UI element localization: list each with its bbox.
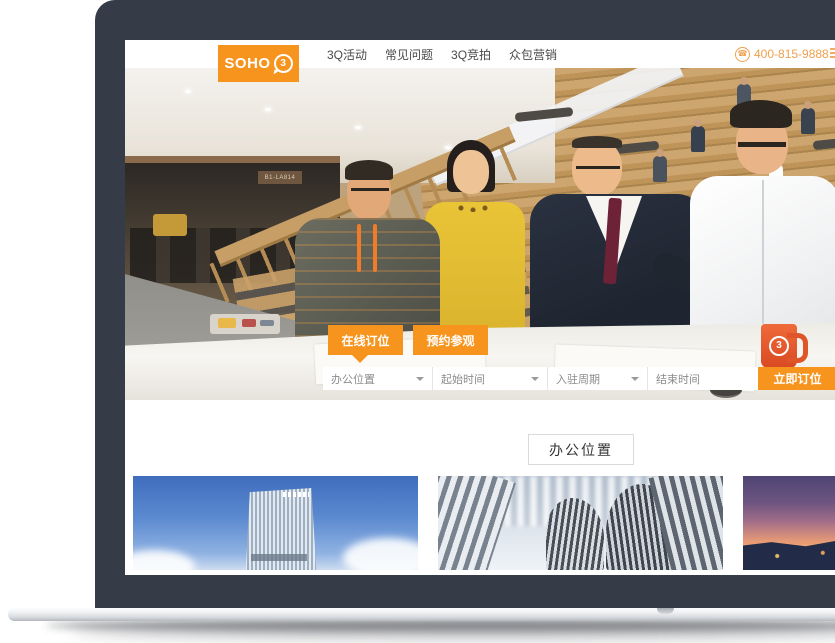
shirt-placket [762, 180, 764, 330]
chevron-down-icon [531, 377, 539, 381]
nav-item-crowd-marketing[interactable]: 众包营销 [509, 46, 557, 63]
building-signage [283, 492, 309, 497]
glasses-icon [351, 188, 389, 191]
soho-3q-logo[interactable]: SOHO 3 [218, 45, 299, 82]
location-card-tower[interactable] [133, 476, 418, 570]
locations-section: 办公位置 [125, 400, 835, 575]
field-label: 起始时间 [441, 371, 485, 387]
necklace [455, 204, 495, 212]
tab-book-visit[interactable]: 预约参观 [413, 325, 488, 355]
phone-number: 400-815-9888 [754, 47, 829, 61]
mug-logo-badge: 3 [769, 336, 789, 356]
main-nav: 3Q活动 常见问题 3Q竞拍 众包营销 [327, 40, 557, 68]
field-label: 入驻周期 [556, 371, 600, 387]
ceiling-light [265, 108, 271, 111]
ceiling-light [355, 126, 361, 129]
header-phone: ☎ 400-815-9888 [735, 40, 829, 68]
tray-item [242, 319, 256, 327]
book-now-button[interactable]: 立即订位 [758, 367, 835, 390]
period-select[interactable]: 入驻周期 [548, 367, 648, 390]
end-time-field[interactable]: 结束时间 [648, 367, 758, 390]
chevron-down-icon [631, 377, 639, 381]
city-lights [743, 548, 835, 564]
building-band [251, 554, 307, 561]
nav-item-3q-auction[interactable]: 3Q竞拍 [451, 46, 491, 63]
hood-cord [357, 224, 361, 272]
hair [345, 160, 393, 180]
tab-book-online[interactable]: 在线订位 [328, 325, 403, 355]
glasses-icon [576, 166, 620, 169]
soho-mug: 3 [761, 324, 797, 368]
ceiling-light [185, 90, 191, 93]
hair-quiff [730, 100, 792, 128]
hero-photo: B1-LA814 [125, 68, 835, 400]
tray-item [218, 318, 236, 328]
phone-icon: ☎ [735, 47, 750, 62]
laptop-base [8, 608, 835, 621]
yellow-pod-chair [153, 214, 187, 236]
face [453, 150, 489, 194]
mug-handle [787, 333, 808, 363]
location-cards [133, 476, 835, 570]
laptop-shadow-soft [70, 623, 835, 639]
glasses-icon [738, 142, 786, 147]
chevron-down-icon [416, 377, 424, 381]
booking-form: 办公位置 起始时间 入驻周期 结束时间 立即订位 [323, 367, 835, 390]
nav-item-3q-activities[interactable]: 3Q活动 [327, 46, 367, 63]
header-right-clipped-item [830, 48, 835, 60]
hood-cord [373, 224, 377, 272]
active-tab-pointer [352, 355, 368, 363]
logo-3q-badge-icon: 3 [274, 54, 293, 73]
field-label: 结束时间 [656, 371, 700, 387]
hair [572, 136, 622, 148]
yellow-sweater [425, 202, 525, 340]
office-location-select[interactable]: 办公位置 [323, 367, 433, 390]
logo-text: SOHO [224, 55, 270, 72]
start-time-select[interactable]: 起始时间 [433, 367, 548, 390]
section-title: 办公位置 [528, 434, 634, 465]
laptop-screen: 3Q活动 常见问题 3Q竞拍 众包营销 ☎ 400-815-9888 SOHO … [125, 40, 835, 575]
website-viewport: 3Q活动 常见问题 3Q竞拍 众包营销 ☎ 400-815-9888 SOHO … [125, 40, 835, 575]
person-hoodie [295, 160, 440, 350]
laptop-lid-notch [657, 608, 674, 614]
location-card-curved-towers[interactable] [438, 476, 723, 570]
location-card-sunset[interactable] [743, 476, 835, 570]
field-label: 办公位置 [331, 371, 375, 387]
pencil-tray [210, 314, 280, 334]
nav-item-faq[interactable]: 常见问题 [385, 46, 433, 63]
tray-item [260, 320, 274, 326]
person-yellow-sweater [425, 140, 525, 340]
